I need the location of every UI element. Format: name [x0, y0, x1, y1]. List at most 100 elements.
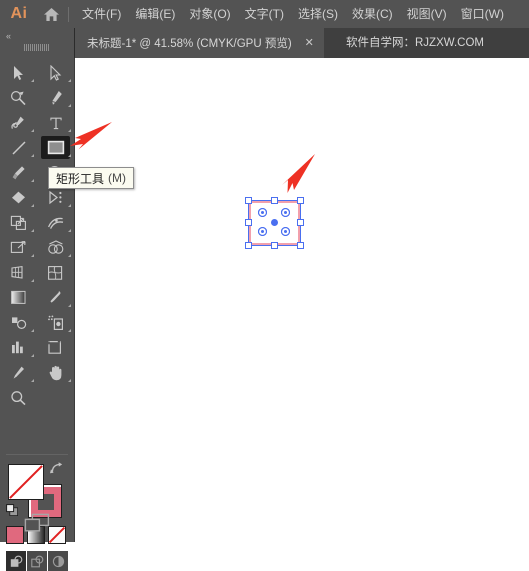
- none-slash-icon: [9, 465, 43, 499]
- arrow-pointing-to-selected-shape: [282, 154, 315, 193]
- corner-widget-bottom-right[interactable]: [281, 227, 290, 236]
- document-tab-title: 未标题-1* @ 41.58% (CMYK/GPU 预览): [87, 38, 292, 50]
- center-anchor-point: [271, 219, 278, 226]
- app-logo: Ai: [10, 5, 28, 22]
- handle-middle-right[interactable]: [297, 219, 304, 226]
- selected-rectangle[interactable]: [245, 197, 304, 249]
- tool-group-indicator-icon: [31, 179, 34, 182]
- tool-group-indicator-icon: [31, 154, 34, 157]
- none-slash-icon: [49, 527, 65, 543]
- tool-group-indicator-icon: [31, 129, 34, 132]
- fill-swatch[interactable]: [8, 464, 44, 500]
- direct-selection-tool[interactable]: [37, 60, 74, 85]
- drawing-modes: [6, 551, 68, 571]
- tool-group-indicator-icon: [68, 229, 71, 232]
- menu-edit[interactable]: 编辑(E): [128, 0, 182, 28]
- handle-middle-left[interactable]: [245, 219, 252, 226]
- handle-bottom-center[interactable]: [271, 242, 278, 249]
- menu-separator: [68, 6, 69, 22]
- corner-widget-top-right[interactable]: [281, 208, 290, 217]
- color-swatch[interactable]: [6, 526, 24, 544]
- menu-view[interactable]: 视图(V): [400, 0, 454, 28]
- handle-top-center[interactable]: [271, 197, 278, 204]
- tool-row: [0, 335, 74, 360]
- tool-cell-empty: [37, 385, 74, 410]
- shape-builder-tool[interactable]: [37, 235, 74, 260]
- toolbar-divider: [6, 454, 68, 455]
- handle-bottom-right[interactable]: [297, 242, 304, 249]
- pen-tool[interactable]: [37, 85, 74, 110]
- draw-behind-mode[interactable]: [27, 551, 47, 571]
- toolbar-drag-grip[interactable]: [24, 44, 50, 51]
- tooltip: 矩形工具 (M): [48, 167, 135, 189]
- magic-wand-tool[interactable]: [0, 85, 37, 110]
- arrow-pointing-to-rectangle-tool: [70, 122, 112, 150]
- home-icon[interactable]: [38, 7, 64, 22]
- perspective-grid-tool[interactable]: [0, 260, 37, 285]
- zoom-tool[interactable]: [0, 385, 37, 410]
- swap-fill-stroke-icon[interactable]: [50, 461, 64, 475]
- document-tab[interactable]: 未标题-1* @ 41.58% (CMYK/GPU 预览) ✕: [75, 28, 324, 58]
- handle-bottom-left[interactable]: [245, 242, 252, 249]
- tool-group-indicator-icon: [31, 329, 34, 332]
- tool-group-indicator-icon: [68, 304, 71, 307]
- menu-select[interactable]: 选择(S): [291, 0, 345, 28]
- column-graph-tool[interactable]: [0, 335, 37, 360]
- watermark-text: 软件自学网：RJZXW.COM: [346, 37, 484, 49]
- artboard-canvas[interactable]: [75, 58, 529, 542]
- tooltip-label: 矩形工具: [56, 171, 105, 186]
- eyedropper-tool[interactable]: [37, 285, 74, 310]
- tool-row: [0, 285, 74, 310]
- change-screen-mode-button[interactable]: [24, 513, 50, 533]
- handle-top-left[interactable]: [245, 197, 252, 204]
- corner-widget-top-left[interactable]: [258, 208, 267, 217]
- close-icon[interactable]: ✕: [305, 37, 314, 49]
- gradient-tool[interactable]: [0, 285, 37, 310]
- tool-row: [0, 85, 74, 110]
- curvature-tool[interactable]: [0, 110, 37, 135]
- none-swatch[interactable]: [48, 526, 66, 544]
- tool-group-indicator-icon: [31, 279, 34, 282]
- tool-row: [0, 260, 74, 285]
- line-segment-tool[interactable]: [0, 135, 37, 160]
- free-transform-tool[interactable]: [0, 235, 37, 260]
- tool-group-indicator-icon: [31, 354, 34, 357]
- tool-group-indicator-icon: [68, 204, 71, 207]
- tool-row: [0, 235, 74, 260]
- width-tool[interactable]: [37, 210, 74, 235]
- symbol-sprayer-tool[interactable]: [37, 310, 74, 335]
- paintbrush-tool[interactable]: [0, 160, 37, 185]
- menu-type[interactable]: 文字(T): [238, 0, 291, 28]
- scale-tool[interactable]: [0, 210, 37, 235]
- selection-tool[interactable]: [0, 60, 37, 85]
- tool-group-indicator-icon: [68, 254, 71, 257]
- tool-row: [0, 210, 74, 235]
- hand-tool[interactable]: [37, 360, 74, 385]
- menu-object[interactable]: 对象(O): [182, 0, 237, 28]
- tool-group-indicator-icon: [31, 379, 34, 382]
- tool-group-indicator-icon: [31, 229, 34, 232]
- default-fill-stroke-icon[interactable]: [6, 504, 19, 517]
- slice-tool[interactable]: [0, 360, 37, 385]
- menu-file[interactable]: 文件(F): [75, 0, 128, 28]
- tool-group-indicator-icon: [31, 204, 34, 207]
- menu-bar: Ai 文件(F) 编辑(E) 对象(O) 文字(T) 选择(S) 效果(C) 视…: [0, 0, 529, 28]
- tool-group-indicator-icon: [31, 254, 34, 257]
- mesh-tool[interactable]: [37, 260, 74, 285]
- menu-window[interactable]: 窗口(W): [454, 0, 511, 28]
- blend-tool[interactable]: [0, 310, 37, 335]
- menu-effect[interactable]: 效果(C): [345, 0, 400, 28]
- tool-row: [0, 310, 74, 335]
- draw-normal-mode[interactable]: [6, 551, 26, 571]
- tool-group-indicator-icon: [68, 79, 71, 82]
- collapse-panel-icon[interactable]: «: [6, 31, 11, 41]
- tool-row: [0, 360, 74, 385]
- draw-inside-mode[interactable]: [48, 551, 68, 571]
- toolbar-collapse-header[interactable]: «: [0, 28, 75, 58]
- tool-row: [0, 385, 74, 410]
- tool-grid: [0, 60, 74, 410]
- artboard-tool[interactable]: [37, 335, 74, 360]
- eraser-tool[interactable]: [0, 185, 37, 210]
- tool-group-indicator-icon: [68, 104, 71, 107]
- corner-widget-bottom-left[interactable]: [258, 227, 267, 236]
